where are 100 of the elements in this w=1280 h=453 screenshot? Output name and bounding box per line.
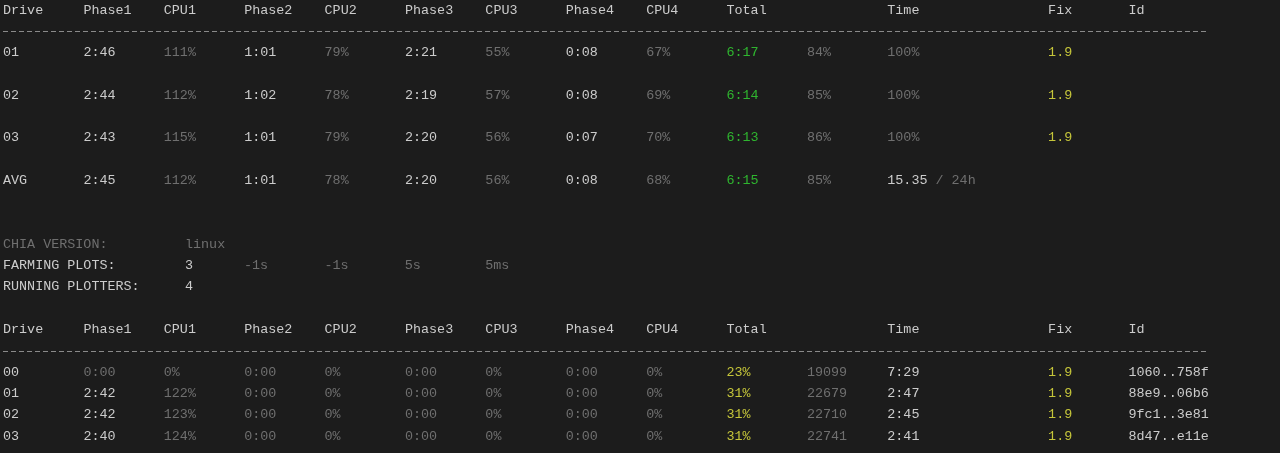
table-cell: 31% [726,407,751,423]
table-cell: 100% [887,87,920,103]
table-cell: 2:21 [404,45,438,61]
column-header: Fix [1048,322,1073,338]
info-label: RUNNING PLOTTERS: [3,279,140,295]
table-cell: 0:08 [565,172,598,188]
table-cell: 122% [163,385,196,401]
table-cell: 1060..758f [1128,364,1209,380]
table-cell: 112% [163,87,196,103]
column-header: Phase4 [565,2,614,18]
column-header: Id [1128,2,1145,18]
table-cell: 23% [726,364,751,380]
table-cell: 2:43 [83,130,116,146]
table-cell: 2:46 [83,45,116,61]
table-cell: 0% [324,385,341,401]
table-cell: 0:00 [404,385,438,401]
table-cell: 56% [485,130,510,146]
table-cell: 2:42 [83,385,116,401]
column-header: CPU1 [163,322,196,338]
info-value: 3 [185,258,194,274]
table-cell: 01 [3,385,20,401]
table-cell: 2:45 [83,172,116,188]
table-cell: 0:00 [404,407,438,423]
table-cell: 19099 [806,364,848,380]
column-header: Phase2 [244,2,293,18]
timing-value: 5s [404,258,421,274]
column-header: Phase1 [83,2,132,18]
table-cell: 0% [646,407,663,423]
table-cell: 0% [646,364,663,380]
column-header: Total [726,2,767,18]
table-cell: 2:40 [83,428,116,444]
table-cell: 1.9 [1048,45,1073,61]
info-value: linux [185,236,226,252]
table-cell: 9fc1..3e81 [1128,407,1209,423]
table-cell: 68% [646,172,671,188]
table-cell-text: 15.35 [887,171,928,190]
table-cell: 6:14 [726,87,759,103]
table-cell: 78% [324,172,349,188]
column-header: CPU2 [324,322,357,338]
table-cell: 0:00 [244,428,277,444]
timing-value: -1s [244,258,269,274]
table-cell: 02 [3,87,20,103]
table-cell: 2:41 [887,428,920,444]
table-cell: 03 [3,130,20,146]
table-cell: 0:08 [565,87,598,103]
column-header: Drive [3,322,44,338]
table-cell: 1:01 [244,45,277,61]
table-cell: 78% [324,87,349,103]
table-cell: 0:00 [404,428,438,444]
info-label: CHIA VERSION: [3,236,108,252]
table-cell: 0% [485,385,502,401]
table-cell: 2:42 [83,407,116,423]
table-cell: 6:15 [726,172,759,188]
table-cell: 6:17 [726,45,759,61]
table-cell: 2:45 [887,407,920,423]
table-cell: 1.9 [1048,428,1073,444]
table-cell: 85% [806,172,831,188]
table-cell: 31% [726,428,751,444]
table-cell: 2:20 [404,172,438,188]
table-cell: 1.9 [1048,385,1073,401]
column-header: Phase4 [565,322,614,338]
column-header: CPU3 [485,322,518,338]
table-cell: 2:19 [404,87,438,103]
table-cell: 1:01 [244,172,277,188]
table-cell: 03 [3,428,20,444]
table-cell: 22679 [806,385,848,401]
table-cell: 02 [3,407,20,423]
table-cell: 86% [806,130,831,146]
table-cell: 67% [646,45,671,61]
table-cell: 22710 [806,407,848,423]
table-cell: 2:20 [404,130,438,146]
timing-value: 5ms [485,258,510,274]
table-cell: 01 [3,45,20,61]
table-cell: 2:47 [887,385,920,401]
table-cell: 1.9 [1048,364,1073,380]
table-cell: 1:01 [244,130,277,146]
table-cell: 8d47..e11e [1128,428,1209,444]
column-header: Total [726,322,767,338]
table-cell: 7:29 [887,364,920,380]
table-cell: 0:00 [244,385,277,401]
table-cell: 115% [163,130,196,146]
table-cell: 0% [324,428,341,444]
table-cell: AVG [3,172,28,188]
column-header: Time [887,2,920,18]
table-cell: 31% [726,385,751,401]
table-cell: 56% [485,172,510,188]
table-cell: 22741 [806,428,848,444]
table-cell: 0% [163,364,180,380]
timing-value: -1s [324,258,349,274]
table-cell: 00 [3,364,20,380]
table-cell: 55% [485,45,510,61]
column-header: Phase1 [83,322,132,338]
table-cell: 88e9..06b6 [1128,385,1209,401]
table-cell: 100% [887,45,920,61]
table-cell: 0:00 [565,407,598,423]
info-value: 4 [185,279,194,295]
column-header: CPU4 [646,322,679,338]
table-cell: 111% [163,45,196,61]
table-cell: 57% [485,87,510,103]
table-cell: 1.9 [1048,87,1073,103]
